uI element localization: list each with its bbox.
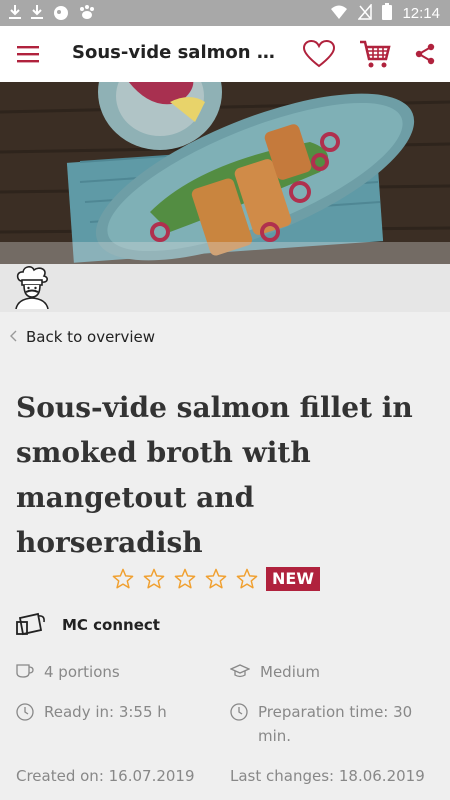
shopping-cart-icon[interactable] [357, 36, 393, 72]
created-on-info: Created on: 16.07.2019 [16, 764, 195, 788]
star-icon[interactable] [174, 568, 196, 593]
new-badge: NEW [266, 567, 320, 591]
difficulty-text: Medium [260, 663, 320, 681]
device-label: MC connect [62, 616, 160, 634]
rating-stars[interactable] [112, 568, 258, 593]
app-icon [52, 3, 70, 26]
recipe-title: Sous-vide salmon fillet in smoked broth … [16, 391, 413, 559]
prep-time-info: Preparation time: 30 min. [230, 700, 440, 748]
prep-time-text: Preparation time: 30 min. [258, 703, 413, 745]
app-bar: Sous-vide salmon fille... [0, 26, 450, 83]
difficulty-info: Medium [229, 660, 320, 684]
star-icon[interactable] [236, 568, 258, 593]
battery-icon [382, 3, 393, 24]
share-icon[interactable] [412, 40, 438, 68]
portions-info: 4 portions [16, 660, 120, 684]
download-icon [30, 4, 44, 25]
portions-text: 4 portions [44, 663, 120, 681]
download-icon [8, 4, 22, 25]
chef-avatar-icon[interactable] [12, 265, 52, 310]
graduation-cap-icon [229, 663, 251, 683]
star-icon[interactable] [112, 568, 134, 593]
back-to-overview-link[interactable]: Back to overview [10, 328, 155, 346]
wifi-icon [330, 4, 348, 24]
chevron-left-icon [10, 328, 18, 346]
back-label: Back to overview [26, 328, 156, 346]
page-title: Sous-vide salmon fille... [72, 42, 287, 63]
last-changes-info: Last changes: 18.06.2019 [230, 764, 425, 788]
created-on-text: Created on: 16.07.2019 [16, 767, 195, 785]
heart-icon[interactable] [301, 37, 337, 71]
last-changes-text: Last changes: 18.06.2019 [230, 767, 425, 785]
clock-icon [230, 703, 248, 725]
star-icon[interactable] [205, 568, 227, 593]
recipe-hero-image [0, 82, 450, 264]
paw-icon [78, 3, 96, 26]
hamburger-menu-icon[interactable] [12, 40, 44, 68]
ready-in-text: Ready in: 3:55 h [44, 703, 167, 721]
no-signal-icon [357, 2, 373, 24]
cup-icon [16, 663, 34, 683]
author-strip [0, 264, 450, 312]
ready-in-info: Ready in: 3:55 h [16, 700, 167, 725]
status-bar: 12:14 [0, 0, 450, 26]
kitchen-machine-icon [16, 610, 46, 640]
clock-icon [16, 703, 34, 725]
star-icon[interactable] [143, 568, 165, 593]
device-compatibility: MC connect [16, 610, 160, 640]
clock-time: 12:14 [402, 5, 440, 22]
